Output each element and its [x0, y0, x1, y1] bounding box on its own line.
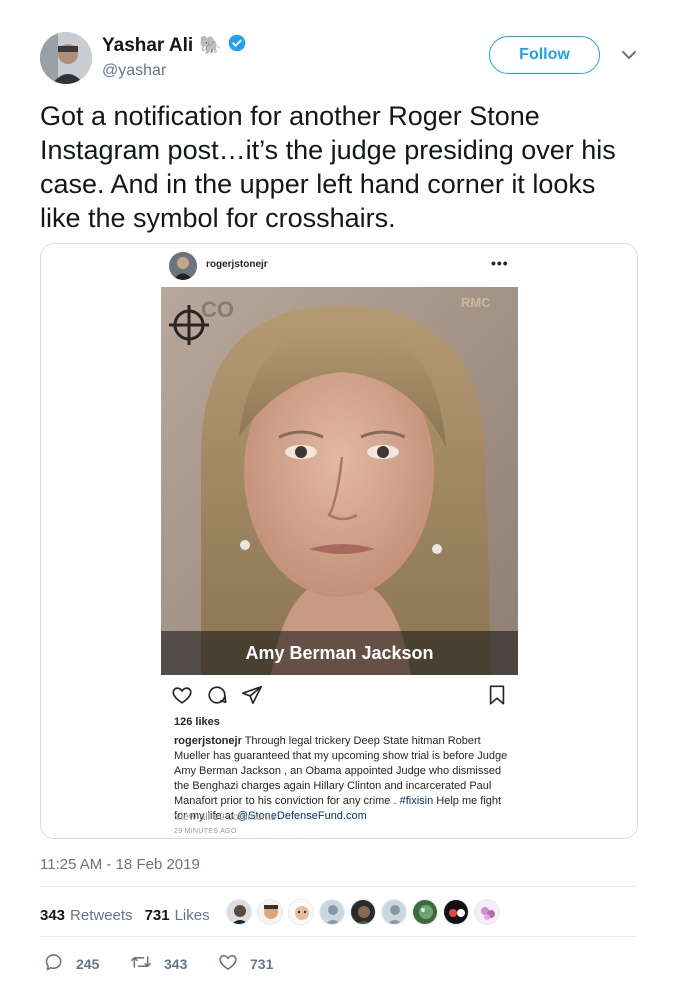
photo-caption-text: Amy Berman Jackson [245, 642, 434, 663]
comment-icon [206, 684, 228, 711]
liker-avatar[interactable] [257, 899, 283, 925]
heart-icon [171, 684, 193, 711]
svg-text:RMC: RMC [461, 295, 491, 310]
caption-username: rogerjstonejr [174, 735, 242, 747]
instagram-post-time: 29 MINUTES AGO [174, 828, 237, 835]
likes-label[interactable]: Likes [175, 907, 210, 924]
share-icon [241, 684, 263, 711]
retweet-icon [130, 952, 152, 975]
portrait-image: CO RMC [161, 287, 518, 675]
instagram-photo: CO RMC Amy Berman Jackson [161, 287, 518, 675]
tweet-media-card[interactable]: rogerjstonejr ••• CO RMC Amy Berman Jack… [40, 243, 638, 839]
instagram-likes: 126 likes [174, 716, 220, 728]
photo-caption-bar: Amy Berman Jackson [161, 631, 518, 675]
like-count[interactable]: 731 [145, 907, 170, 924]
retweet-count[interactable]: 343 [40, 907, 65, 924]
tweet-stats: 343 Retweets 731 Likes [40, 900, 222, 930]
instagram-username: rogerjstonejr [206, 259, 268, 270]
follow-button[interactable]: Follow [489, 36, 600, 74]
divider [40, 936, 636, 937]
instagram-avatar [169, 252, 197, 280]
elephant-emoji: 🐘 [199, 35, 222, 55]
liker-avatar[interactable] [381, 899, 407, 925]
tweet-header: Yashar Ali 🐘 @yashar Follow [40, 32, 640, 88]
bookmark-icon [486, 684, 508, 711]
retweets-label[interactable]: Retweets [70, 907, 133, 924]
divider [40, 886, 636, 887]
tweet-timestamp[interactable]: 11:25 AM - 18 Feb 2019 [40, 856, 200, 873]
retweet-button[interactable]: 343 [130, 952, 187, 975]
liker-avatars [226, 899, 500, 925]
instagram-post-header: rogerjstonejr ••• [169, 252, 519, 282]
reply-icon [44, 952, 64, 975]
like-action-count: 731 [250, 955, 274, 972]
view-comments-link: View all 19 comments [174, 811, 276, 823]
liker-avatar[interactable] [319, 899, 345, 925]
liker-avatar[interactable] [288, 899, 314, 925]
author-name[interactable]: Yashar Ali [102, 35, 193, 57]
liker-avatar[interactable] [474, 899, 500, 925]
reply-count: 245 [76, 955, 100, 972]
tweet-text: Got a notification for another Roger Sto… [40, 101, 616, 233]
caption-hashtag: #fixisin [399, 795, 434, 807]
liker-avatar[interactable] [443, 899, 469, 925]
liker-avatar[interactable] [226, 899, 252, 925]
author-handle[interactable]: @yashar [102, 62, 166, 80]
liker-avatar[interactable] [350, 899, 376, 925]
chevron-down-icon[interactable] [620, 46, 638, 64]
heart-icon [218, 952, 238, 975]
retweet-action-count: 343 [164, 955, 188, 972]
reply-button[interactable]: 245 [44, 952, 99, 975]
liker-avatar[interactable] [412, 899, 438, 925]
verified-badge-icon [228, 34, 246, 57]
more-options-icon: ••• [491, 255, 509, 271]
like-button[interactable]: 731 [218, 952, 273, 975]
tweet-action-bar: 245 343 731 [40, 952, 440, 976]
instagram-actions [171, 684, 511, 708]
author-avatar[interactable] [40, 32, 92, 84]
svg-text:CO: CO [201, 297, 234, 322]
